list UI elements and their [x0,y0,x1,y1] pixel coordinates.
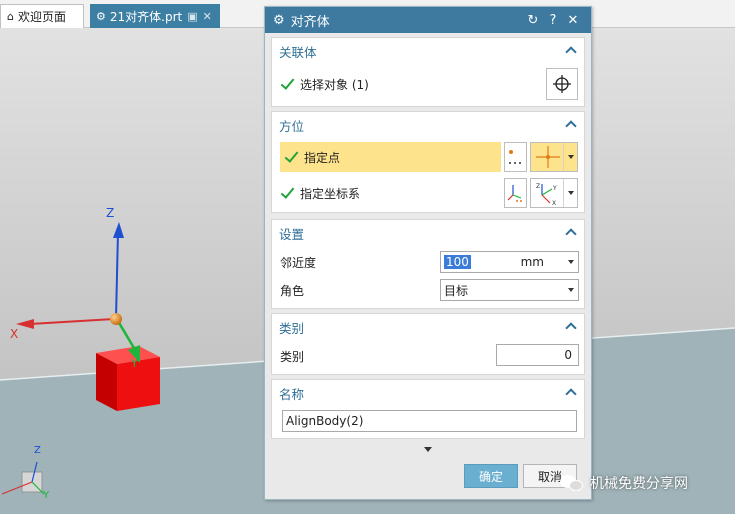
category-label: 类别 [280,349,305,364]
collapse-icon[interactable] [565,321,577,333]
angle-value: 目标 [444,283,469,298]
part-icon: ⚙ [96,9,106,23]
close-icon[interactable]: ✕ [563,13,583,28]
category-value: 0 [564,348,572,362]
section-header-associated-body[interactable]: 关联体 [272,38,584,64]
name-input[interactable]: AlignBody(2) [282,410,577,432]
reset-icon[interactable]: ↻ [523,13,543,28]
point-inferred-icon [536,146,560,168]
select-object-button[interactable] [546,68,578,100]
csys-inferred-icon: Z Y X [536,183,557,207]
section-header-category[interactable]: 类别 [272,314,584,340]
section-header-orientation[interactable]: 方位 [272,112,584,138]
angle-select[interactable]: 目标 [440,279,579,301]
collapse-icon[interactable] [565,119,577,131]
tab-part-label: 21对齐体.prt [109,9,183,24]
svg-text:Y: Y [552,185,557,192]
select-object-label: 选择对象 (1) [300,77,369,92]
wechat-icon [560,473,586,493]
mini-axis-label-y: Y [43,490,50,501]
proximity-unit: mm [520,255,544,269]
gear-icon: ⚙ [273,12,285,28]
section-settings: 设置 邻近度 100 mm 角色 目标 [271,219,585,309]
proximity-input[interactable]: 100 mm [440,251,579,273]
point-dialog-icon [509,150,521,164]
watermark: 机械免费分享网 [560,470,735,496]
close-icon[interactable]: ✕ [203,10,212,23]
category-input[interactable]: 0 [496,344,579,366]
csys-dialog-icon [507,185,522,202]
section-orientation: 方位 指定点 指定坐标系 Z Y X [271,111,585,213]
collapse-icon[interactable] [565,45,577,57]
csys-type-dropdown[interactable]: Z Y X [530,178,578,208]
chevron-down-icon[interactable] [563,179,577,207]
point-type-dropdown[interactable] [530,142,578,172]
red-cube[interactable] [96,346,160,411]
specify-csys-label: 指定坐标系 [300,186,361,201]
proximity-value-wrap: 100 [441,255,521,269]
check-icon [280,185,296,201]
chevron-down-icon[interactable] [563,143,577,171]
tab-welcome-page[interactable]: ⌂ 欢迎页面 [0,4,84,28]
section-header-settings[interactable]: 设置 [272,220,584,246]
tab-welcome-label: 欢迎页面 [17,10,66,24]
specify-point-label: 指定点 [304,150,341,165]
dialog-title-bar[interactable]: ⚙ 对齐体 ↻ ? ✕ [265,7,591,33]
mini-axis-label-z: Z [34,445,41,456]
align-body-dialog: ⚙ 对齐体 ↻ ? ✕ 关联体 选择对象 (1) 方位 指定点 指定坐标系 Z … [264,6,592,500]
axis-label-z: Z [106,206,115,220]
watermark-text: 机械免费分享网 [590,476,688,492]
section-title: 方位 [279,118,305,134]
proximity-value[interactable]: 100 [444,255,471,269]
collapse-icon[interactable] [565,227,577,239]
collapse-icon[interactable] [565,387,577,399]
more-options-toggle[interactable] [271,443,585,455]
home-icon: ⌂ [7,10,14,23]
axis-label-x: X [10,327,19,341]
specify-point-row[interactable]: 指定点 [280,142,501,172]
section-associated-body: 关联体 选择对象 (1) [271,37,585,107]
tab-modified-icon: ▣ [187,9,198,23]
select-object-row[interactable]: 选择对象 (1) [272,68,584,100]
point-dialog-button[interactable] [504,142,527,172]
svg-text:Z: Z [536,183,540,190]
svg-text:X: X [552,200,556,207]
section-title: 名称 [279,386,305,402]
chevron-down-icon[interactable] [564,288,578,292]
chevron-down-icon [424,446,432,452]
angle-label: 角色 [280,283,305,298]
section-title: 类别 [279,320,305,336]
section-name: 名称 AlignBody(2) [271,379,585,439]
crosshair-icon [553,75,571,93]
ok-button[interactable]: 确定 [464,464,518,488]
axis-label-y: Y [131,357,138,370]
check-icon [284,149,300,165]
section-category: 类别 类别 0 [271,313,585,375]
chevron-down-icon[interactable] [564,260,578,264]
check-icon [280,76,296,92]
proximity-label: 邻近度 [280,255,317,270]
help-icon[interactable]: ? [543,13,563,28]
name-value: AlignBody(2) [286,414,364,428]
csys-dialog-button[interactable] [504,178,527,208]
section-header-name[interactable]: 名称 [272,380,584,406]
section-title: 关联体 [279,44,317,60]
tab-part-file[interactable]: ⚙ 21对齐体.prt ▣ ✕ [90,4,220,28]
dialog-title: 对齐体 [290,14,330,30]
section-title: 设置 [279,226,305,242]
